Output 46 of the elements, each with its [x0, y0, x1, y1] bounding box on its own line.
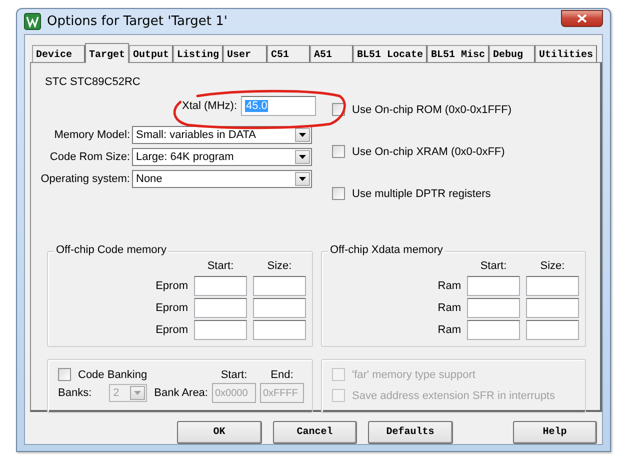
checkbox-label: 'far' memory type support: [352, 368, 476, 380]
field-label: Memory Model:: [53, 129, 130, 141]
field-label: Bank Area:: [153, 387, 208, 399]
dialog-button[interactable]: Help: [512, 421, 597, 444]
row-label: Ram: [436, 302, 461, 314]
device-name: STC STC89C52RC: [45, 76, 140, 88]
tab[interactable]: C51: [267, 45, 310, 62]
window-title: Options for Target 'Target 1': [47, 14, 228, 29]
dialog-button[interactable]: Defaults: [368, 421, 452, 444]
column-header: Size:: [266, 260, 293, 274]
tab[interactable]: A51: [310, 45, 353, 62]
group-title: Off-chip Xdata memory: [328, 244, 445, 256]
field-label: Operating system:: [40, 173, 130, 185]
column-header: End:: [270, 368, 294, 380]
checkbox-label: Use On-chip XRAM (0x0-0xFF): [352, 146, 505, 158]
column-header: Size:: [539, 260, 566, 274]
group-title: Off-chip Code memory: [54, 244, 168, 256]
tab[interactable]: BL51 Locate: [353, 45, 427, 62]
row-label: Eprom: [154, 324, 188, 336]
field-label: Xtal (MHz):: [182, 100, 237, 112]
dropdown[interactable]: Small: variables in DATA: [132, 126, 312, 144]
row-label: Eprom: [154, 302, 188, 314]
tab[interactable]: User: [223, 45, 267, 62]
column-header: Start:: [206, 260, 235, 274]
row-label: Eprom: [154, 280, 188, 292]
checkbox-label: Save address extension SFR in interrupts: [352, 390, 555, 402]
checkbox-label: Code Banking: [78, 368, 148, 380]
tab[interactable]: Device: [32, 45, 85, 62]
dropdown[interactable]: None: [132, 170, 312, 188]
dialog-button[interactable]: Cancel: [272, 421, 357, 444]
checkbox-label: Use On-chip ROM (0x0-0x1FFF): [352, 104, 512, 116]
tab[interactable]: Debug: [489, 45, 535, 62]
dialog-button[interactable]: OK: [177, 421, 262, 444]
column-header: Start:: [479, 260, 508, 274]
field-label: Banks:: [58, 387, 93, 399]
row-label: Ram: [436, 280, 461, 292]
column-header: Start:: [220, 368, 248, 380]
tab[interactable]: Target: [85, 43, 129, 63]
tab[interactable]: Utilities: [535, 45, 597, 62]
checkbox-label: Use multiple DPTR registers: [352, 188, 491, 200]
field-label: Code Rom Size:: [48, 151, 130, 163]
dropdown[interactable]: Large: 64K program: [132, 148, 312, 166]
tab[interactable]: Listing: [173, 45, 223, 62]
tab[interactable]: BL51 Misc: [427, 45, 489, 62]
tab[interactable]: Output: [129, 45, 173, 62]
row-label: Ram: [436, 324, 461, 336]
